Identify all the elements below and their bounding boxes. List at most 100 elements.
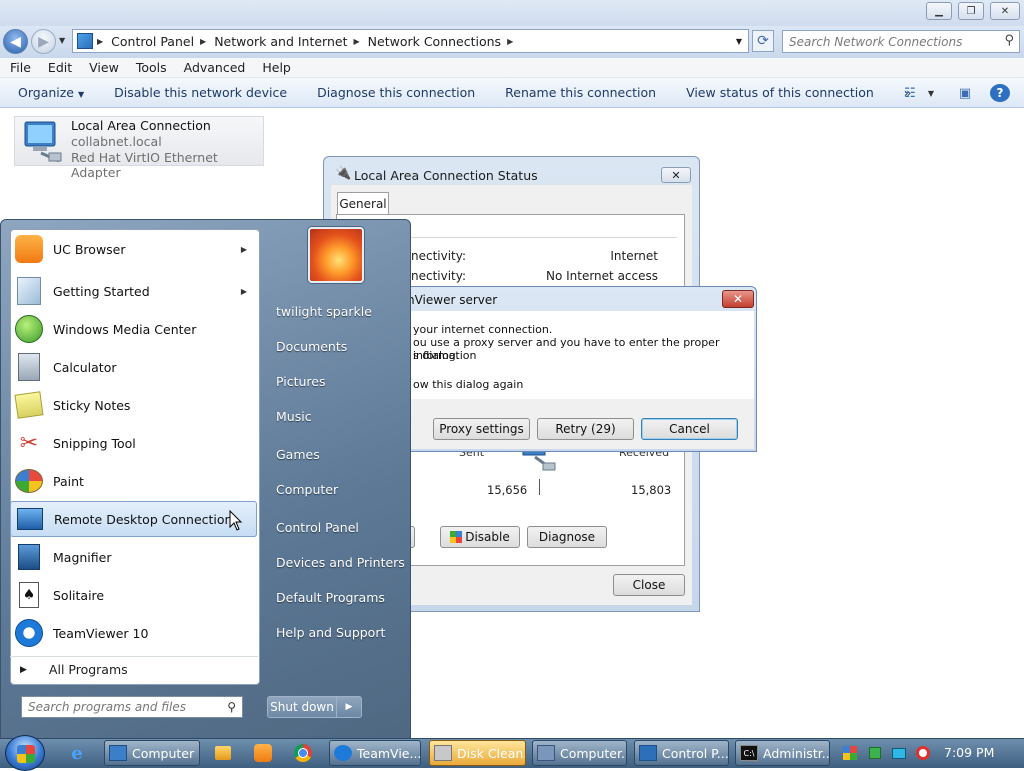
- program-magnifier[interactable]: Magnifier: [10, 539, 257, 575]
- submenu-arrow-icon: ▶: [240, 286, 247, 296]
- teamviewer-icon: [13, 617, 45, 649]
- shutdown-button[interactable]: Shut down: [267, 696, 337, 718]
- breadcrumb-separator-icon[interactable]: ▶: [354, 37, 360, 46]
- right-item-games[interactable]: Games: [268, 440, 406, 468]
- message-line-2: ou use a proxy server and you have to en…: [413, 336, 720, 362]
- dont-show-again-label[interactable]: ow this dialog again: [413, 378, 523, 391]
- right-item-help-and-support[interactable]: Help and Support: [268, 618, 406, 646]
- network-tray-icon[interactable]: [890, 742, 908, 764]
- refresh-icon[interactable]: ⟳: [752, 30, 774, 52]
- right-item-devices-and-printers[interactable]: Devices and Printers: [268, 548, 406, 576]
- menu-tools[interactable]: Tools: [136, 60, 167, 75]
- minimize-button[interactable]: ▁: [926, 2, 952, 20]
- tab-general[interactable]: General: [337, 192, 389, 214]
- message-line-3: s dialog.: [413, 349, 460, 362]
- taskbar-control-panel[interactable]: Control P...: [634, 740, 729, 766]
- help-icon[interactable]: ?: [990, 84, 1010, 102]
- breadcrumb-separator-icon[interactable]: ▶: [97, 37, 103, 46]
- system-clock[interactable]: 7:09 PM: [944, 745, 994, 760]
- local-area-connection-item[interactable]: Local Area Connection collabnet.local Re…: [14, 116, 264, 180]
- breadcrumb-separator-icon[interactable]: ▶: [200, 37, 206, 46]
- right-item-music[interactable]: Music: [268, 402, 406, 430]
- recent-pages-chevron-icon[interactable]: ▼: [59, 36, 65, 45]
- taskbar-disk-cleanup[interactable]: Disk Clean...: [429, 740, 526, 766]
- close-button[interactable]: Close: [613, 574, 685, 596]
- menu-file[interactable]: File: [10, 60, 31, 75]
- teamviewer-error-dialog: nViewer server ✕ your internet connectio…: [392, 286, 757, 452]
- menu-edit[interactable]: Edit: [48, 60, 72, 75]
- internet-explorer-icon[interactable]: e: [66, 742, 88, 764]
- action-center-flag-icon[interactable]: [841, 742, 859, 764]
- breadcrumb-network-connections[interactable]: Network Connections: [368, 34, 501, 49]
- program-label: Magnifier: [53, 549, 112, 565]
- program-windows-media-center[interactable]: Windows Media Center: [10, 311, 257, 347]
- program-paint[interactable]: Paint: [10, 463, 257, 499]
- back-button[interactable]: ◀: [3, 29, 28, 54]
- volume-tray-icon[interactable]: [912, 742, 934, 764]
- status-close-x-button[interactable]: ✕: [661, 167, 691, 183]
- proxy-settings-button[interactable]: Proxy settings: [433, 418, 530, 440]
- right-item-pictures[interactable]: Pictures: [268, 367, 406, 395]
- breadcrumb-network-and-internet[interactable]: Network and Internet: [214, 34, 347, 49]
- taskbar-computer-management[interactable]: Computer...: [532, 740, 627, 766]
- shutdown-options-arrow-icon[interactable]: ▶: [337, 696, 362, 718]
- menu-help[interactable]: Help: [262, 60, 291, 75]
- program-remote-desktop-connection[interactable]: Remote Desktop Connection: [10, 501, 257, 537]
- taskbar-label: Control P...: [662, 745, 729, 761]
- view-dropdown-icon[interactable]: ▼: [925, 84, 937, 102]
- program-uc-browser[interactable]: UC Browser ▶: [10, 231, 257, 267]
- teamviewer-tray-icon[interactable]: [866, 742, 884, 764]
- disable-button[interactable]: Disable: [440, 526, 520, 548]
- taskbar-administrator-cmd[interactable]: C:\ Administr...: [735, 740, 830, 766]
- rename-connection-button[interactable]: Rename this connection: [505, 85, 656, 100]
- uc-browser-taskbar-icon[interactable]: [252, 742, 274, 764]
- program-snipping-tool[interactable]: ✂ Snipping Tool: [10, 425, 257, 461]
- start-search-input[interactable]: Search programs and files ⚲: [21, 696, 243, 718]
- all-programs-button[interactable]: ▶ All Programs: [10, 656, 258, 682]
- close-window-button[interactable]: ✕: [990, 2, 1020, 20]
- organize-button[interactable]: Organize ▼: [18, 85, 84, 100]
- view-status-button[interactable]: View status of this connection: [686, 85, 874, 100]
- teamviewer-icon: [334, 745, 352, 761]
- user-picture[interactable]: [308, 227, 364, 283]
- diagnose-connection-button[interactable]: Diagnose this connection: [317, 85, 475, 100]
- program-solitaire[interactable]: ♠ Solitaire: [10, 577, 257, 613]
- address-dropdown-icon[interactable]: ▼: [736, 37, 742, 46]
- right-item-documents[interactable]: Documents: [268, 332, 406, 360]
- change-view-icon[interactable]: ☷: [902, 84, 918, 102]
- connection-network: collabnet.local: [71, 134, 162, 149]
- program-getting-started[interactable]: Getting Started ▶: [10, 273, 257, 309]
- start-button[interactable]: [5, 735, 45, 771]
- address-bar[interactable]: ▶ Control Panel ▶ Network and Internet ▶…: [72, 29, 749, 53]
- program-calculator[interactable]: Calculator: [10, 349, 257, 385]
- search-icon[interactable]: ⚲: [1004, 33, 1014, 48]
- program-label: Remote Desktop Connection: [54, 511, 233, 527]
- right-item-default-programs[interactable]: Default Programs: [268, 583, 406, 611]
- diagnose-button[interactable]: Diagnose: [527, 526, 607, 548]
- teamviewer-close-x-button[interactable]: ✕: [722, 290, 754, 308]
- cancel-button[interactable]: Cancel: [641, 418, 738, 440]
- search-icon[interactable]: ⚲: [227, 700, 236, 714]
- magnifier-icon: [13, 541, 45, 573]
- disable-device-button[interactable]: Disable this network device: [114, 85, 287, 100]
- menu-view[interactable]: View: [89, 60, 119, 75]
- all-programs-label: All Programs: [48, 662, 128, 677]
- right-item-computer[interactable]: Computer: [268, 475, 406, 503]
- breadcrumb-separator-icon[interactable]: ▶: [507, 37, 513, 46]
- taskbar-computer[interactable]: Computer: [104, 740, 200, 766]
- taskbar-teamviewer[interactable]: TeamVie...: [329, 740, 421, 766]
- right-item-control-panel[interactable]: Control Panel: [268, 513, 406, 541]
- breadcrumb-control-panel[interactable]: Control Panel: [111, 34, 194, 49]
- media-player-icon[interactable]: [212, 742, 234, 764]
- program-teamviewer-10[interactable]: TeamViewer 10: [10, 615, 257, 651]
- maximize-button[interactable]: ❐: [958, 2, 984, 20]
- preview-pane-icon[interactable]: ▣: [956, 84, 974, 102]
- retry-button[interactable]: Retry (29): [537, 418, 634, 440]
- forward-button[interactable]: ▶: [31, 29, 56, 54]
- right-item-user[interactable]: twilight sparkle: [268, 297, 406, 325]
- menu-advanced[interactable]: Advanced: [184, 60, 246, 75]
- search-input[interactable]: Search Network Connections ⚲: [782, 30, 1020, 53]
- chrome-icon[interactable]: [292, 742, 314, 764]
- bytes-received-value: 15,803: [631, 483, 672, 497]
- program-sticky-notes[interactable]: Sticky Notes: [10, 387, 257, 423]
